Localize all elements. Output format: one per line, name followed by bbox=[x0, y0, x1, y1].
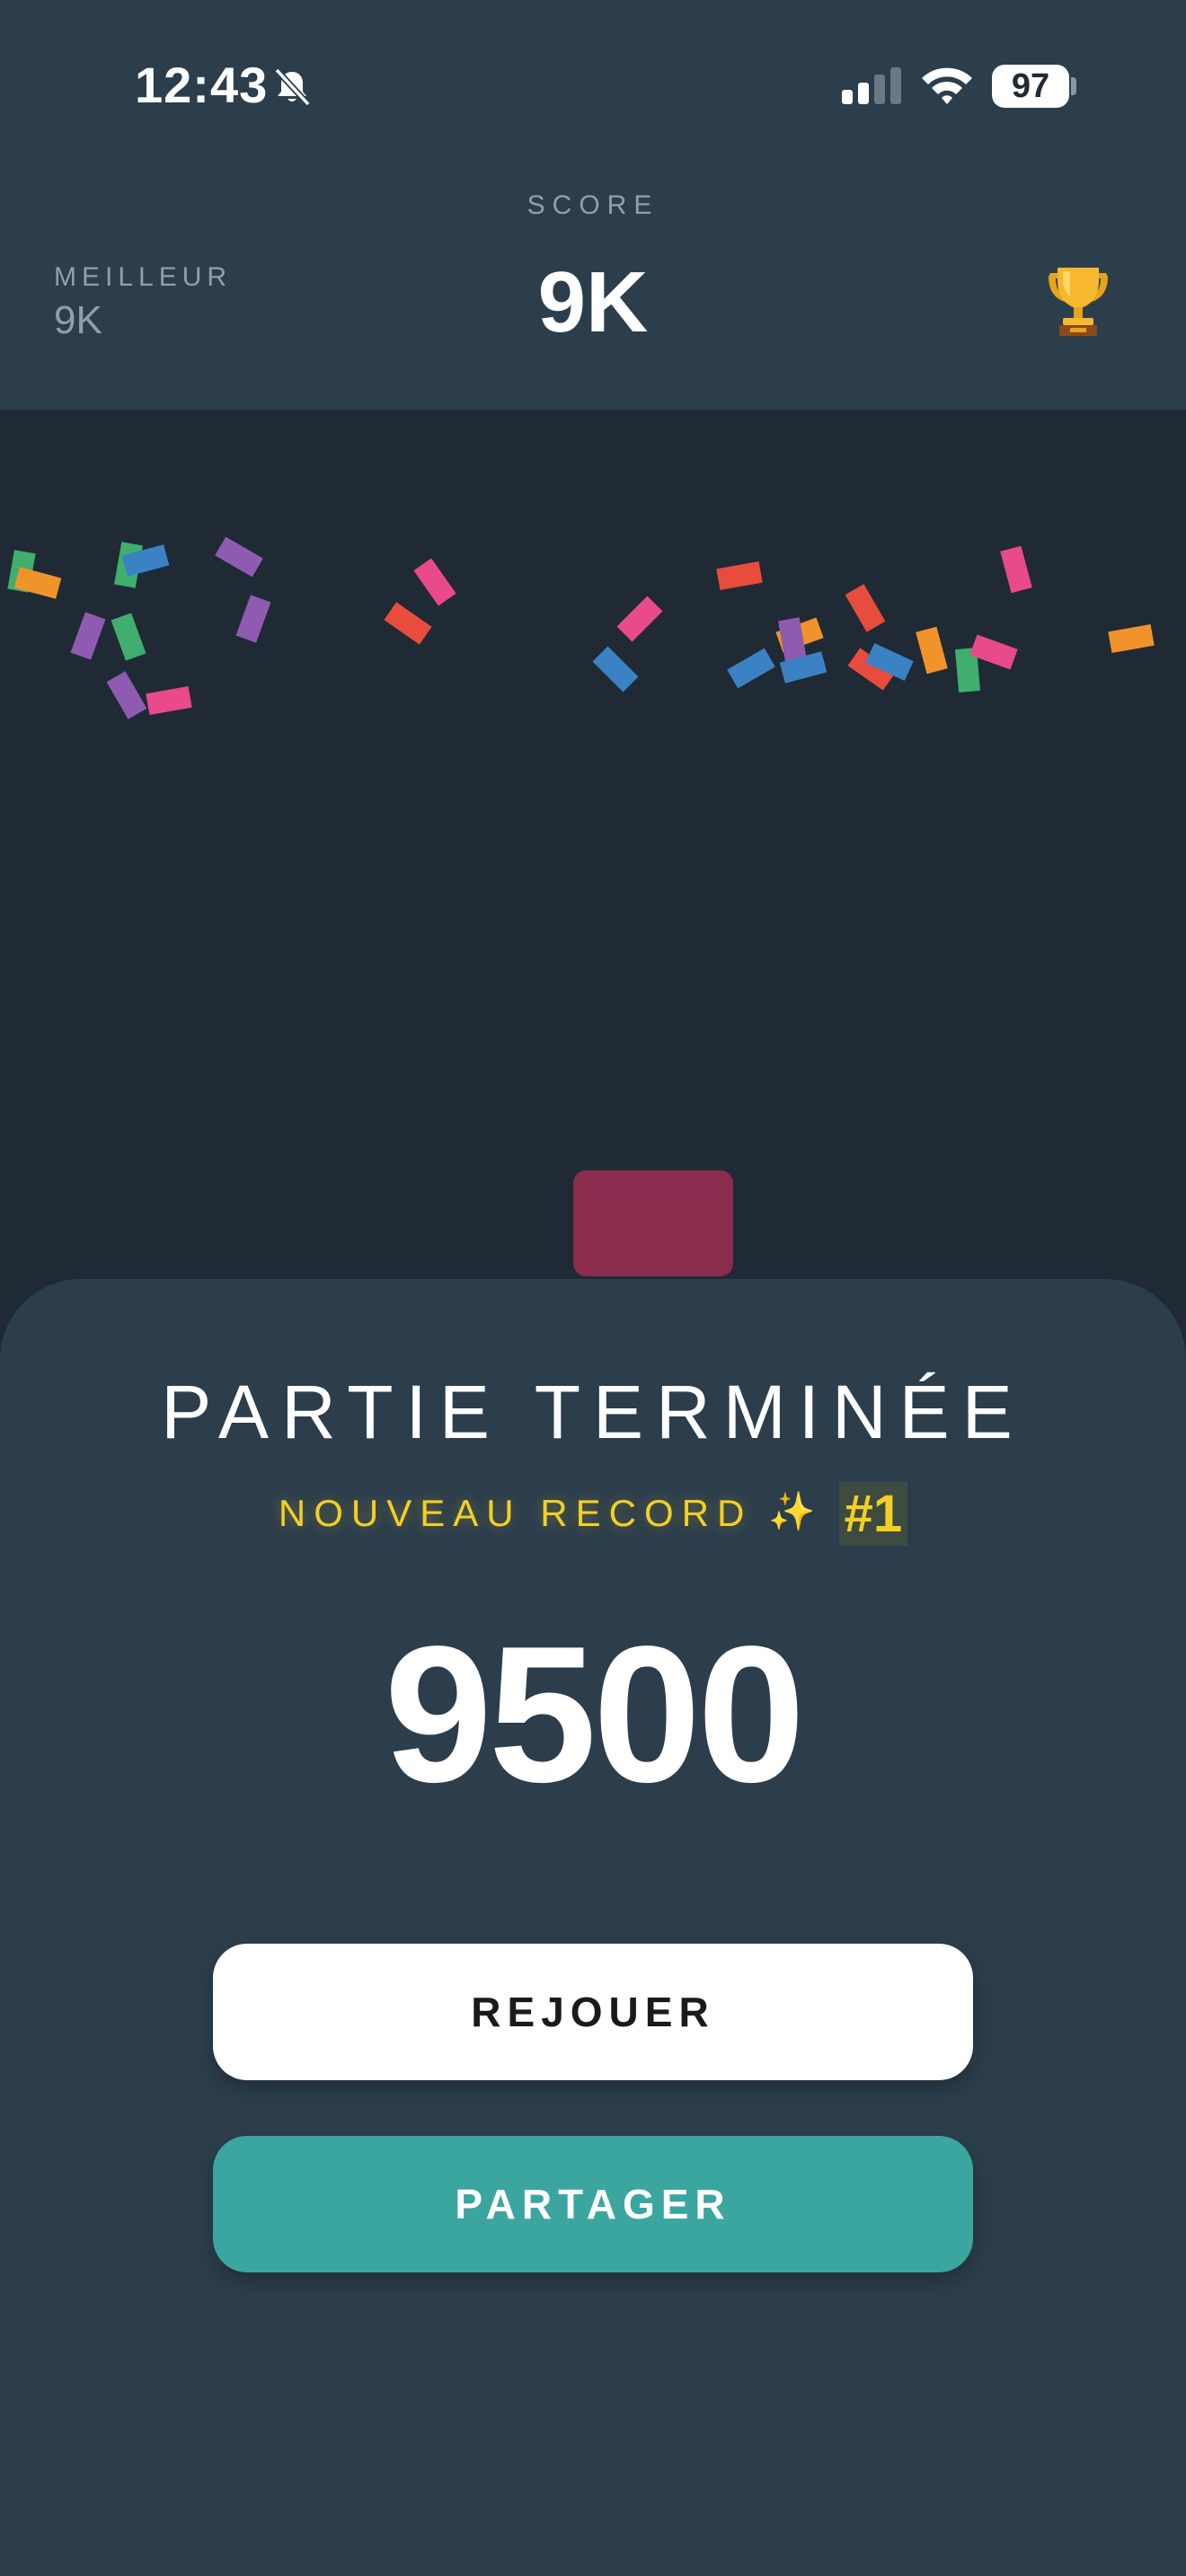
confetti-piece bbox=[592, 646, 639, 693]
status-time: 12:43 bbox=[135, 57, 269, 113]
confetti-piece bbox=[413, 558, 456, 606]
confetti-piece bbox=[1108, 624, 1155, 653]
confetti-piece bbox=[106, 671, 147, 719]
confetti-piece bbox=[845, 584, 886, 632]
cellular-signal-icon bbox=[842, 67, 901, 104]
best-score-value: 9K bbox=[54, 298, 102, 342]
new-record-label: NOUVEAU RECORD bbox=[278, 1492, 753, 1534]
final-score: 9500 bbox=[384, 1605, 806, 1822]
confetti-piece bbox=[1000, 545, 1032, 594]
confetti-piece bbox=[215, 536, 263, 578]
game-over-panel: PARTIE TERMINÉE NOUVEAU RECORD ✨ #1 9500 R… bbox=[0, 1279, 1186, 2576]
confetti-piece bbox=[235, 595, 271, 643]
best-score-label: MEILLEUR bbox=[54, 262, 233, 292]
confetti-piece bbox=[384, 602, 432, 645]
confetti-piece bbox=[616, 595, 663, 642]
confetti-piece bbox=[146, 686, 192, 715]
score-label: SCORE bbox=[527, 190, 659, 220]
share-button[interactable]: PARTAGER bbox=[213, 2136, 973, 2272]
confetti-piece bbox=[111, 613, 146, 661]
sparkles-icon: ✨ bbox=[768, 1490, 816, 1532]
rank-badge: #1 bbox=[838, 1482, 908, 1546]
battery-level: 97 bbox=[1011, 66, 1050, 105]
bell-slash-icon bbox=[274, 67, 311, 107]
battery-icon: 97 bbox=[992, 65, 1069, 108]
status-bar: 12:43 97 bbox=[0, 0, 1186, 171]
confetti-piece bbox=[13, 567, 62, 599]
game-over-title: PARTIE TERMINÉE bbox=[161, 1370, 1025, 1454]
score-header: SCORE 9K MEILLEUR 9K bbox=[0, 171, 1186, 410]
play-area bbox=[0, 410, 1186, 1309]
confetti-piece bbox=[727, 648, 775, 689]
confetti-piece bbox=[716, 561, 763, 590]
battery-cap bbox=[1071, 77, 1076, 95]
new-record-row: NOUVEAU RECORD ✨ #1 bbox=[0, 1482, 1186, 1546]
wifi-icon bbox=[922, 67, 972, 104]
game-screen: 12:43 97 SCORE 9K MEILLEUR 9K PARTIE TER… bbox=[0, 0, 1186, 2576]
player-block bbox=[573, 1170, 733, 1276]
confetti-piece bbox=[70, 612, 106, 660]
confetti-piece bbox=[916, 626, 948, 675]
replay-button[interactable]: REJOUER bbox=[213, 1944, 973, 2080]
trophy-icon bbox=[1049, 268, 1108, 336]
